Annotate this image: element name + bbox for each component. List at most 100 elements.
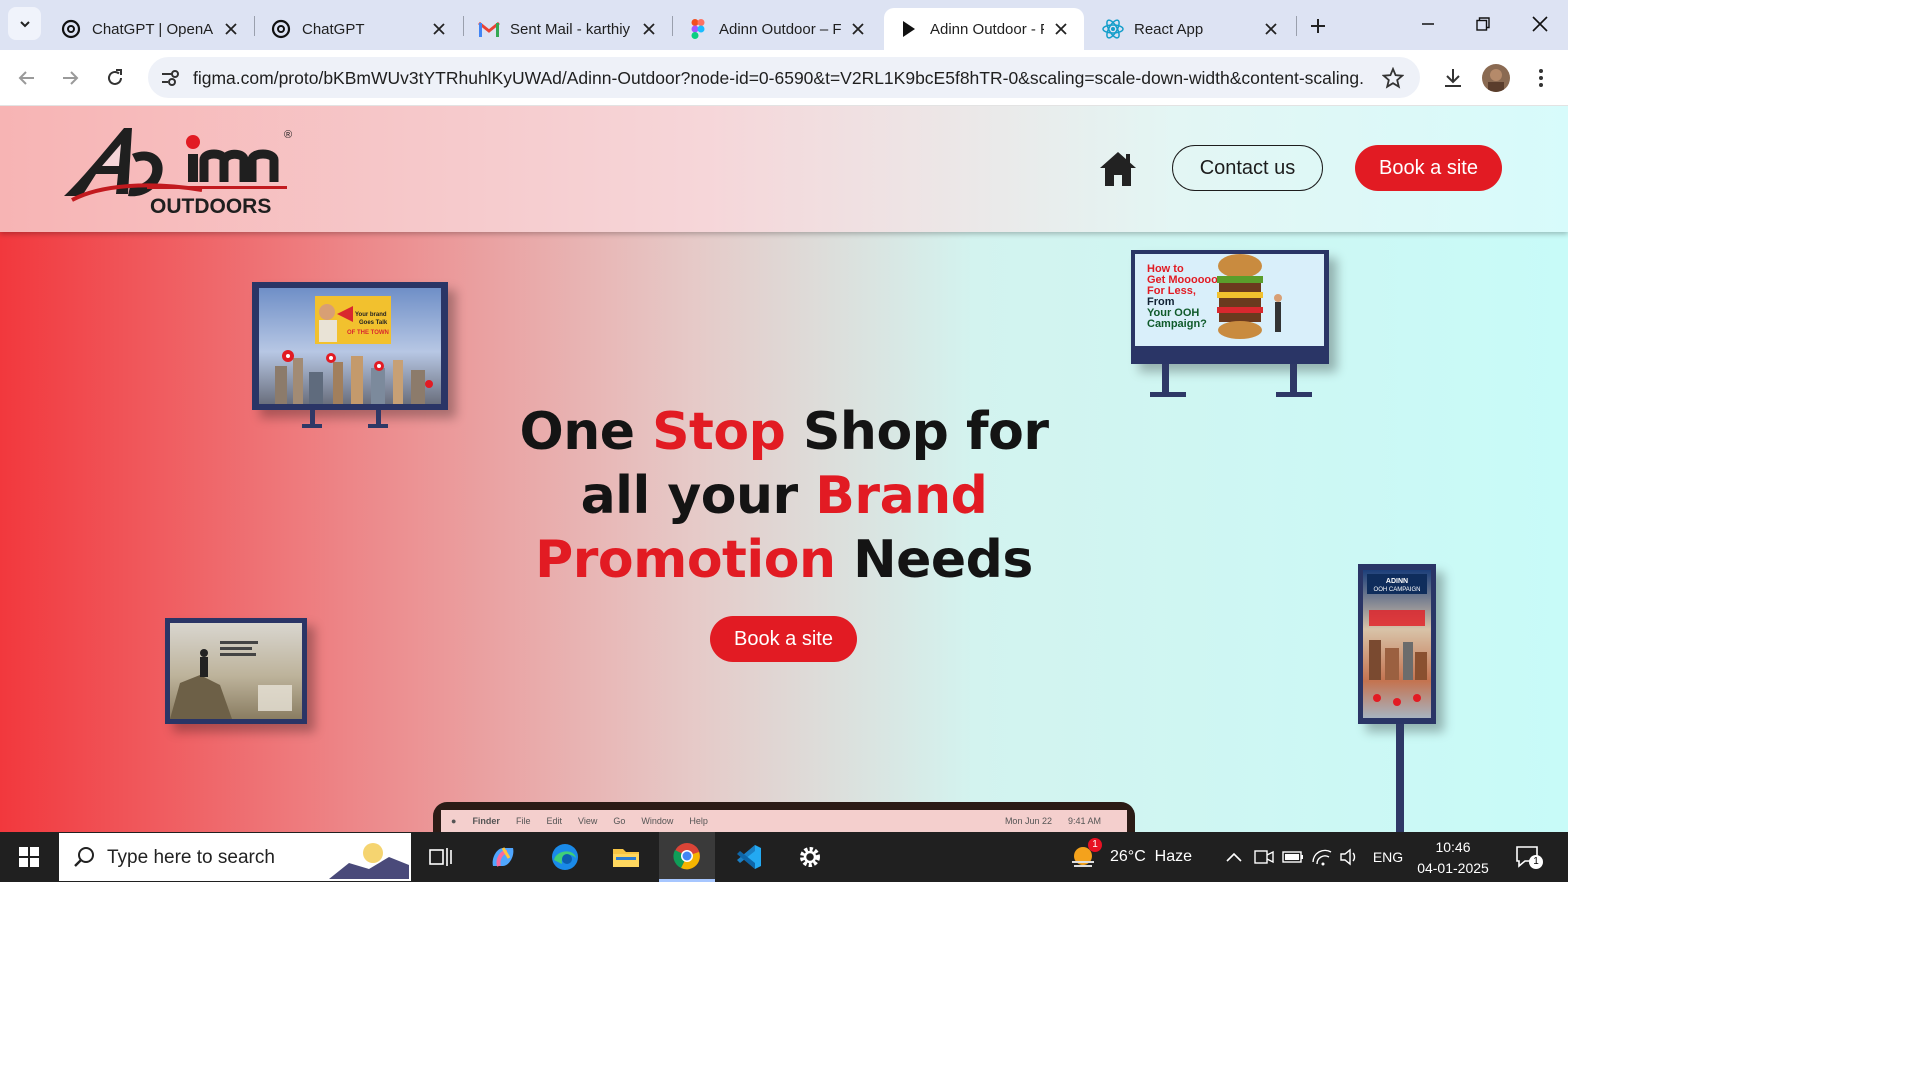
- close-icon: [1532, 16, 1548, 32]
- task-view-icon: [429, 848, 452, 866]
- taskbar-copilot[interactable]: [475, 832, 531, 882]
- chevron-up-icon: [1226, 852, 1242, 862]
- billboard-pole: [1396, 724, 1404, 832]
- windows-logo-icon: [19, 847, 39, 867]
- billboard-foot: [1276, 392, 1312, 397]
- clock-date: 04-01-2025: [1417, 860, 1489, 876]
- gmail-icon: [478, 18, 500, 40]
- close-tab-icon[interactable]: [640, 20, 658, 38]
- tab-title: Adinn Outdoor - P: [930, 20, 1044, 38]
- book-a-site-hero-button[interactable]: Book a site: [710, 616, 857, 662]
- apple-icon: ●: [451, 816, 457, 826]
- home-icon: [1100, 152, 1136, 186]
- restore-icon: [1476, 17, 1490, 31]
- tab-search-button[interactable]: [8, 7, 41, 40]
- site-info-icon[interactable]: [158, 66, 182, 90]
- play-icon: [898, 18, 920, 40]
- contact-us-button[interactable]: Contact us: [1172, 145, 1323, 191]
- billboard-screen: [170, 623, 302, 719]
- billboard-leg: [1290, 364, 1297, 394]
- restore-window-button[interactable]: [1460, 8, 1506, 40]
- browser-menu-button[interactable]: [1525, 62, 1557, 94]
- weather-widget[interactable]: 1 26°C Haze: [1070, 838, 1192, 872]
- tab-chatgpt[interactable]: ChatGPT: [256, 8, 462, 50]
- downloads-button[interactable]: [1437, 62, 1469, 94]
- hero-section: Your brand Goes Talk OF THE TOWN How to …: [0, 232, 1568, 832]
- taskbar-edge[interactable]: [537, 832, 593, 882]
- billboard-text-2: Goes Talk: [359, 320, 388, 326]
- taskbar-chrome[interactable]: [659, 832, 715, 882]
- billboard-foot: [302, 424, 322, 428]
- menubar-item: Edit: [546, 816, 562, 826]
- headline-text: One: [519, 402, 653, 462]
- bookmark-star-icon[interactable]: [1381, 66, 1405, 89]
- minimize-window-button[interactable]: [1405, 8, 1451, 40]
- close-tab-icon[interactable]: [1052, 20, 1070, 38]
- edge-icon: [552, 844, 578, 870]
- menubar-item: File: [515, 816, 531, 826]
- copilot-icon: [492, 847, 514, 867]
- tab-title: ChatGPT | OpenAI: [92, 20, 214, 38]
- search-placeholder: Type here to search: [107, 847, 275, 868]
- taskbar-vscode[interactable]: [721, 832, 777, 882]
- menubar-item: Window: [641, 816, 674, 826]
- billboard-screen: How to Get Moooooooooore For Less, From …: [1135, 254, 1324, 346]
- task-view-button[interactable]: [413, 832, 469, 882]
- back-button[interactable]: [11, 62, 43, 94]
- laptop-menubar: ● Finder File Edit View Go Window Help M…: [441, 810, 1127, 832]
- browser-toolbar: figma.com/proto/bKBmWUv3tYTRhuhlKyUWAd/A…: [0, 50, 1568, 106]
- new-tab-button[interactable]: [1304, 12, 1332, 40]
- url-text[interactable]: figma.com/proto/bKBmWUv3tYTRhuhlKyUWAd/A…: [193, 68, 1363, 89]
- search-highlight-image: [329, 843, 409, 879]
- tab-sent-mail[interactable]: Sent Mail - karthiy: [464, 8, 672, 50]
- profile-avatar[interactable]: [1482, 64, 1510, 92]
- close-window-button[interactable]: [1517, 8, 1563, 40]
- battery-icon[interactable]: [1281, 845, 1305, 869]
- wifi-icon[interactable]: [1310, 845, 1334, 869]
- billboard-screen: ADINN OOH CAMPAIGN: [1363, 570, 1431, 718]
- billboard-foot: [368, 424, 388, 428]
- tab-title: Sent Mail - karthiy: [510, 20, 631, 38]
- menubar-item: View: [577, 816, 598, 826]
- home-button[interactable]: [1098, 150, 1138, 188]
- menubar-date: Mon Jun 22: [1004, 816, 1052, 826]
- taskbar-settings[interactable]: [782, 832, 838, 882]
- meet-now-icon[interactable]: [1252, 845, 1276, 869]
- headline-text: Needs: [835, 530, 1033, 590]
- notification-count: 1: [1529, 855, 1543, 869]
- language-indicator[interactable]: ENG: [1370, 845, 1406, 869]
- billboard-foot: [1150, 392, 1186, 397]
- adinn-logo[interactable]: ® OUTDOORS: [62, 124, 294, 218]
- close-tab-icon[interactable]: [1262, 20, 1280, 38]
- address-bar[interactable]: figma.com/proto/bKBmWUv3tYTRhuhlKyUWAd/A…: [148, 57, 1420, 98]
- close-tab-icon[interactable]: [222, 20, 240, 38]
- book-a-site-header-button[interactable]: Book a site: [1355, 145, 1502, 191]
- tab-figma-file[interactable]: Adinn Outdoor – F: [673, 8, 881, 50]
- tab-separator: [1296, 16, 1297, 36]
- registered-mark: ®: [284, 129, 292, 141]
- tab-figma-prototype[interactable]: Adinn Outdoor - P: [884, 8, 1084, 50]
- show-hidden-icons-button[interactable]: [1222, 845, 1246, 869]
- tab-separator: [254, 16, 255, 36]
- close-tab-icon[interactable]: [849, 20, 867, 38]
- billboard-text-1: ADINN: [1386, 578, 1408, 585]
- tab-title: ChatGPT: [302, 20, 365, 38]
- minimize-icon: [1422, 23, 1434, 25]
- notification-center-button[interactable]: 1: [1515, 845, 1543, 869]
- download-icon: [1445, 69, 1461, 87]
- taskbar-search-box[interactable]: Type here to search: [59, 833, 411, 881]
- taskbar-file-explorer[interactable]: [598, 832, 654, 882]
- plus-icon: [1311, 19, 1325, 33]
- volume-icon[interactable]: [1338, 845, 1362, 869]
- weather-haze-icon: 1: [1070, 838, 1102, 872]
- tab-react-app[interactable]: React App: [1088, 8, 1294, 50]
- menubar-item: Help: [689, 816, 708, 826]
- taskbar-clock[interactable]: 10:46 04-01-2025: [1412, 837, 1494, 879]
- reload-button[interactable]: [99, 62, 131, 94]
- figma-icon: [687, 18, 709, 40]
- forward-button[interactable]: [54, 62, 86, 94]
- close-tab-icon[interactable]: [430, 20, 448, 38]
- headline-highlight: Promotion: [535, 530, 836, 590]
- start-button[interactable]: [6, 832, 52, 882]
- tab-chatgpt-openai[interactable]: ChatGPT | OpenAI: [46, 8, 254, 50]
